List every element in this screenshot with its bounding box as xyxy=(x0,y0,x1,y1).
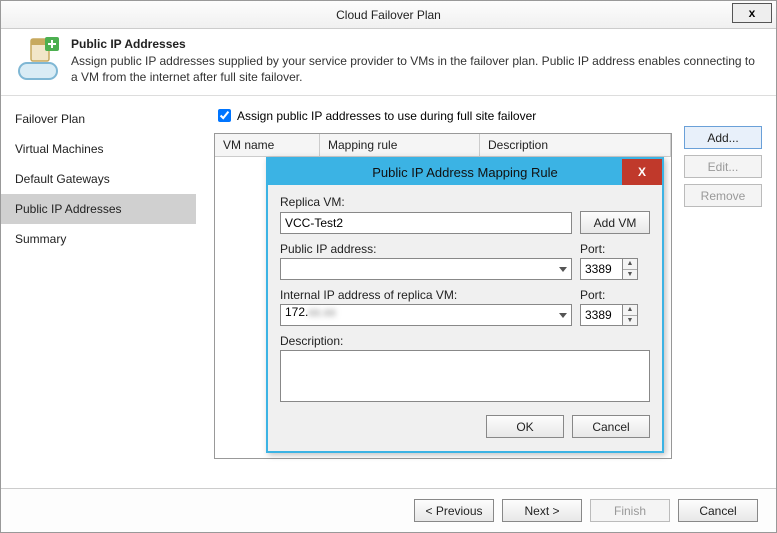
internal-ip-label: Internal IP address of replica VM: xyxy=(280,288,572,302)
internal-port-spinner[interactable]: 3389 ▲▼ xyxy=(580,304,650,326)
public-port-label: Port: xyxy=(580,242,650,256)
close-icon: X xyxy=(638,165,646,179)
modal-body: Replica VM: Add VM Public IP address: Po… xyxy=(268,185,662,415)
assign-ip-checkbox-label: Assign public IP addresses to use during… xyxy=(237,109,536,123)
ok-button[interactable]: OK xyxy=(486,415,564,438)
modal-title: Public IP Address Mapping Rule xyxy=(372,165,557,180)
sidebar-item-label: Summary xyxy=(15,232,66,246)
chevron-up-icon[interactable]: ▲ xyxy=(623,305,637,316)
sidebar-item-failover-plan[interactable]: Failover Plan xyxy=(1,104,196,134)
header-title: Public IP Addresses xyxy=(71,37,762,51)
table-side-buttons: Add... Edit... Remove xyxy=(684,126,762,207)
description-label: Description: xyxy=(280,334,650,348)
cancel-button[interactable]: Cancel xyxy=(678,499,758,522)
assign-ip-checkbox-row: Assign public IP addresses to use during… xyxy=(214,106,762,125)
replica-vm-input[interactable] xyxy=(280,212,572,234)
window-close-button[interactable]: x xyxy=(732,3,772,23)
chevron-up-icon[interactable]: ▲ xyxy=(623,259,637,270)
spinner-arrows[interactable]: ▲▼ xyxy=(622,258,638,280)
table-header: VM name Mapping rule Description xyxy=(215,134,671,157)
column-description[interactable]: Description xyxy=(480,134,671,157)
modal-close-button[interactable]: X xyxy=(622,159,662,185)
remove-button: Remove xyxy=(684,184,762,207)
internal-port-label: Port: xyxy=(580,288,650,302)
previous-button[interactable]: < Previous xyxy=(414,499,494,522)
header-text: Public IP Addresses Assign public IP add… xyxy=(71,37,762,85)
sidebar-item-label: Default Gateways xyxy=(15,172,110,186)
add-vm-button[interactable]: Add VM xyxy=(580,211,650,234)
next-button[interactable]: Next > xyxy=(502,499,582,522)
description-textarea[interactable] xyxy=(280,350,650,402)
chevron-down-icon[interactable]: ▼ xyxy=(623,270,637,280)
header-description: Assign public IP addresses supplied by y… xyxy=(71,53,762,85)
public-port-value[interactable]: 3389 xyxy=(580,258,622,280)
public-ip-label: Public IP address: xyxy=(280,242,572,256)
sidebar-item-public-ip-addresses[interactable]: Public IP Addresses xyxy=(1,194,196,224)
close-icon: x xyxy=(749,6,756,20)
titlebar: Cloud Failover Plan x xyxy=(1,1,776,29)
replica-vm-label: Replica VM: xyxy=(280,195,650,209)
wizard-window: Cloud Failover Plan x Public IP Addresse… xyxy=(0,0,777,533)
column-mapping-rule[interactable]: Mapping rule xyxy=(320,134,480,157)
sidebar-item-label: Failover Plan xyxy=(15,112,85,126)
public-ip-combobox[interactable] xyxy=(280,258,572,280)
sidebar-item-label: Public IP Addresses xyxy=(15,202,122,216)
sidebar-item-label: Virtual Machines xyxy=(15,142,104,156)
header-icon xyxy=(15,37,61,83)
modal-footer: OK Cancel xyxy=(268,415,662,446)
finish-button: Finish xyxy=(590,499,670,522)
spinner-arrows[interactable]: ▲▼ xyxy=(622,304,638,326)
internal-ip-combobox[interactable]: 172.xx.xx xyxy=(280,304,572,326)
column-vm-name[interactable]: VM name xyxy=(215,134,320,157)
add-button[interactable]: Add... xyxy=(684,126,762,149)
internal-ip-value: 172.xx.xx xyxy=(285,305,336,319)
ip-mapping-rule-dialog: Public IP Address Mapping Rule X Replica… xyxy=(266,157,664,453)
edit-button: Edit... xyxy=(684,155,762,178)
sidebar-item-virtual-machines[interactable]: Virtual Machines xyxy=(1,134,196,164)
header-section: Public IP Addresses Assign public IP add… xyxy=(1,29,776,96)
sidebar-item-summary[interactable]: Summary xyxy=(1,224,196,254)
wizard-footer: < Previous Next > Finish Cancel xyxy=(1,488,776,532)
public-port-spinner[interactable]: 3389 ▲▼ xyxy=(580,258,650,280)
internal-port-value[interactable]: 3389 xyxy=(580,304,622,326)
modal-titlebar: Public IP Address Mapping Rule X xyxy=(268,159,662,185)
assign-ip-checkbox[interactable] xyxy=(218,109,231,122)
window-title: Cloud Failover Plan xyxy=(336,8,441,22)
modal-cancel-button[interactable]: Cancel xyxy=(572,415,650,438)
sidebar-item-default-gateways[interactable]: Default Gateways xyxy=(1,164,196,194)
chevron-down-icon[interactable]: ▼ xyxy=(623,316,637,326)
wizard-sidebar: Failover Plan Virtual Machines Default G… xyxy=(1,96,196,482)
